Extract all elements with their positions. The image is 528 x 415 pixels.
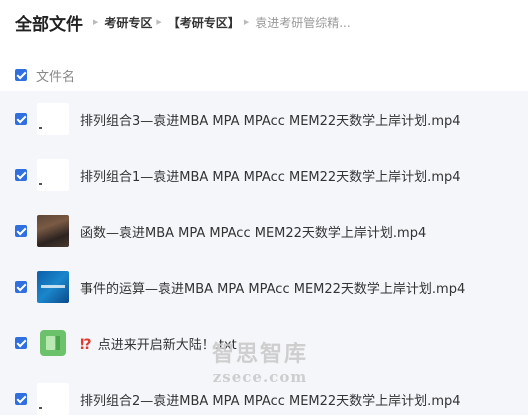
select-all-checkbox[interactable] <box>15 69 27 81</box>
row-checkbox[interactable] <box>15 337 27 349</box>
breadcrumb-item[interactable]: 【考研专区】 <box>168 14 240 31</box>
column-header-filename[interactable]: 文件名 <box>36 66 75 85</box>
breadcrumb-item[interactable]: 考研专区 <box>104 14 152 31</box>
file-name[interactable]: 函数—袁进MBA MPA MPAcc MEM22天数学上岸计划.mp4 <box>80 222 426 241</box>
row-checkbox[interactable] <box>15 169 27 181</box>
column-header: 文件名 <box>0 62 528 88</box>
exclamation-question-icon: ⁉ <box>80 336 92 353</box>
file-row[interactable]: 排列组合3—袁进MBA MPA MPAcc MEM22天数学上岸计划.mp4 <box>0 91 528 147</box>
header-bar: 全部文件 ▶ 考研专区 ▶ 【考研专区】 ▶ 袁进考研管综精... <box>0 0 528 44</box>
row-checkbox[interactable] <box>15 281 27 293</box>
video-thumbnail <box>37 215 69 247</box>
video-thumbnail <box>37 383 69 415</box>
watermark: 智思智库 zsece.com <box>200 336 320 386</box>
row-checkbox[interactable] <box>15 393 27 405</box>
video-thumbnail <box>37 271 69 303</box>
breadcrumb-separator-icon: ▶ <box>93 18 99 26</box>
breadcrumb-separator-icon: ▶ <box>243 18 250 26</box>
page-title: 全部文件 <box>15 14 83 35</box>
watermark-text: 智思智库 <box>211 342 308 367</box>
video-thumbnail <box>37 159 69 191</box>
row-checkbox[interactable] <box>15 225 27 237</box>
file-name[interactable]: 排列组合1—袁进MBA MPA MPAcc MEM22天数学上岸计划.mp4 <box>80 166 461 185</box>
file-row[interactable]: 函数—袁进MBA MPA MPAcc MEM22天数学上岸计划.mp4 <box>0 203 528 259</box>
file-name[interactable]: 事件的运算—袁进MBA MPA MPAcc MEM22天数学上岸计划.mp4 <box>80 278 465 297</box>
video-thumbnail <box>37 103 69 135</box>
breadcrumb-current: 袁进考研管综精... <box>255 15 351 30</box>
file-name[interactable]: 排列组合2—袁进MBA MPA MPAcc MEM22天数学上岸计划.mp4 <box>80 390 461 409</box>
breadcrumb-separator-icon: ▶ <box>156 18 162 26</box>
text-file-icon <box>40 330 66 356</box>
file-row[interactable]: 事件的运算—袁进MBA MPA MPAcc MEM22天数学上岸计划.mp4 <box>0 259 528 315</box>
row-checkbox[interactable] <box>15 113 27 125</box>
file-name[interactable]: 排列组合3—袁进MBA MPA MPAcc MEM22天数学上岸计划.mp4 <box>80 110 461 129</box>
watermark-url: zsece.com <box>212 368 308 386</box>
file-row[interactable]: 排列组合1—袁进MBA MPA MPAcc MEM22天数学上岸计划.mp4 <box>0 147 528 203</box>
